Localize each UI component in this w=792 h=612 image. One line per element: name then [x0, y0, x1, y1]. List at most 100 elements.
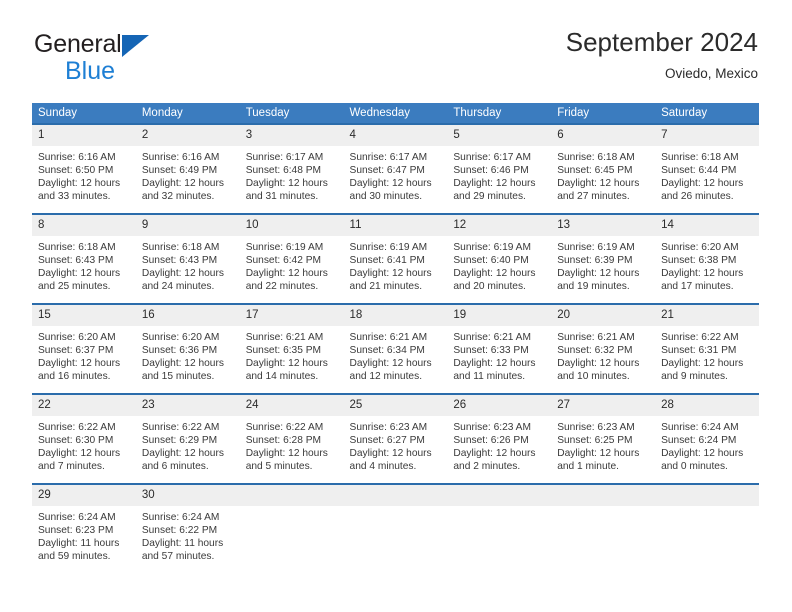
daylight-text-line1: Daylight: 12 hours: [141, 358, 224, 370]
day-number: 12: [447, 215, 552, 236]
daylight-text-line1: Daylight: 12 hours: [38, 358, 121, 370]
calendar-day-cell[interactable]: 30 Sunrise: 6:24 AM Sunset: 6:22 PM Dayligh…: [135, 483, 240, 566]
sunset-text: Sunset: 6:48 PM: [245, 165, 322, 177]
sunrise-text: Sunrise: 6:21 AM: [349, 332, 428, 343]
day-number: 13: [551, 215, 656, 236]
sunrise-text: Sunrise: 6:22 AM: [38, 422, 116, 433]
daylight-text-line1: Daylight: 11 hours: [141, 538, 224, 550]
sunrise-text: Sunrise: 6:24 AM: [38, 512, 116, 523]
daylight-text-line2: and 2 minutes.: [453, 461, 521, 473]
calendar-day-cell[interactable]: 24 Sunrise: 6:22 AM Sunset: 6:28 PM Dayligh…: [239, 393, 344, 476]
day-details: Sunrise: 6:17 AM Sunset: 6:48 PM Daylight:…: [240, 146, 344, 203]
sunrise-text: Sunrise: 6:20 AM: [38, 332, 116, 343]
calendar-day-cell[interactable]: 26 Sunrise: 6:23 AM Sunset: 6:26 PM Dayligh…: [447, 393, 552, 476]
sunset-text: Sunset: 6:27 PM: [349, 435, 425, 447]
day-number: 27: [551, 395, 656, 416]
calendar-day-cell[interactable]: 19 Sunrise: 6:21 AM Sunset: 6:33 PM Dayligh…: [447, 303, 552, 386]
calendar-day-cell[interactable]: 23 Sunrise: 6:22 AM Sunset: 6:29 PM Dayligh…: [135, 393, 240, 476]
day-number: 6: [551, 125, 656, 146]
day-details: Sunrise: 6:18 AM Sunset: 6:43 PM Daylight:…: [136, 236, 240, 293]
daylight-text-line1: Daylight: 12 hours: [141, 268, 224, 280]
day-details: Sunrise: 6:16 AM Sunset: 6:49 PM Daylight:…: [136, 146, 240, 203]
calendar-day-cell[interactable]: 8 Sunrise: 6:18 AM Sunset: 6:43 PM Daylight…: [32, 213, 136, 296]
daylight-text-line1: Daylight: 12 hours: [661, 448, 744, 460]
day-details: Sunrise: 6:19 AM Sunset: 6:40 PM Daylight:…: [447, 236, 551, 293]
logo-general-blue[interactable]: General Blue: [34, 32, 214, 84]
calendar-day-cell[interactable]: 18 Sunrise: 6:21 AM Sunset: 6:34 PM Dayligh…: [343, 303, 448, 386]
sunrise-text: Sunrise: 6:18 AM: [557, 152, 635, 163]
daylight-text-line2: and 22 minutes.: [245, 281, 319, 293]
calendar-day-cell[interactable]: 4 Sunrise: 6:17 AM Sunset: 6:47 PM Daylight…: [343, 123, 448, 206]
sunset-text: Sunset: 6:44 PM: [661, 165, 737, 177]
day-number: [655, 485, 759, 506]
calendar-day-cell[interactable]: 21 Sunrise: 6:22 AM Sunset: 6:31 PM Dayligh…: [655, 303, 759, 386]
day-number: 3: [239, 125, 344, 146]
sunrise-text: Sunrise: 6:20 AM: [141, 332, 220, 343]
calendar-day-cell[interactable]: 6 Sunrise: 6:18 AM Sunset: 6:45 PM Daylight…: [551, 123, 656, 206]
day-details: Sunrise: 6:19 AM Sunset: 6:42 PM Daylight:…: [240, 236, 344, 293]
day-number: 28: [655, 395, 759, 416]
calendar-day-cell[interactable]: 11 Sunrise: 6:19 AM Sunset: 6:41 PM Dayligh…: [343, 213, 448, 296]
day-details: Sunrise: 6:17 AM Sunset: 6:46 PM Daylight:…: [447, 146, 551, 203]
sunrise-text: Sunrise: 6:21 AM: [557, 332, 635, 343]
sunset-text: Sunset: 6:43 PM: [38, 255, 114, 267]
calendar-day-cell[interactable]: 13 Sunrise: 6:19 AM Sunset: 6:39 PM Dayligh…: [551, 213, 656, 296]
sunset-text: Sunset: 6:39 PM: [557, 255, 633, 267]
sunset-text: Sunset: 6:38 PM: [661, 255, 737, 267]
sunrise-text: Sunrise: 6:24 AM: [141, 512, 220, 523]
calendar-day-cell[interactable]: 7 Sunrise: 6:18 AM Sunset: 6:44 PM Daylight…: [655, 123, 759, 206]
calendar-day-cell[interactable]: 5 Sunrise: 6:17 AM Sunset: 6:46 PM Daylight…: [447, 123, 552, 206]
daylight-text-line1: Daylight: 12 hours: [38, 448, 121, 460]
calendar-day-cell[interactable]: 10 Sunrise: 6:19 AM Sunset: 6:42 PM Dayligh…: [239, 213, 344, 296]
day-details: Sunrise: 6:18 AM Sunset: 6:45 PM Daylight:…: [551, 146, 655, 203]
day-details: Sunrise: 6:20 AM Sunset: 6:37 PM Daylight:…: [32, 326, 136, 383]
calendar-day-cell[interactable]: 16 Sunrise: 6:20 AM Sunset: 6:36 PM Dayligh…: [135, 303, 240, 386]
calendar-day-cell[interactable]: 15 Sunrise: 6:20 AM Sunset: 6:37 PM Dayligh…: [32, 303, 136, 386]
calendar-day-cell[interactable]: 25 Sunrise: 6:23 AM Sunset: 6:27 PM Dayligh…: [343, 393, 448, 476]
day-number: 24: [239, 395, 344, 416]
calendar-day-cell[interactable]: 17 Sunrise: 6:21 AM Sunset: 6:35 PM Dayligh…: [239, 303, 344, 386]
daylight-text-line1: Daylight: 12 hours: [245, 178, 328, 190]
day-number: 11: [343, 215, 448, 236]
calendar-day-cell[interactable]: 29 Sunrise: 6:24 AM Sunset: 6:23 PM Dayligh…: [32, 483, 136, 566]
day-details: Sunrise: 6:20 AM Sunset: 6:38 PM Daylight:…: [655, 236, 759, 293]
calendar-week-row: 8 Sunrise: 6:18 AM Sunset: 6:43 PM Daylight…: [32, 213, 759, 296]
day-details: Sunrise: 6:24 AM Sunset: 6:24 PM Daylight:…: [655, 416, 759, 473]
calendar-week-row: 1 Sunrise: 6:16 AM Sunset: 6:50 PM Daylight…: [32, 123, 759, 206]
day-number: [447, 485, 552, 506]
calendar-header-row: Sunday Monday Tuesday Wednesday Thursday…: [32, 103, 759, 123]
day-details: Sunrise: 6:22 AM Sunset: 6:29 PM Daylight:…: [136, 416, 240, 473]
sunset-text: Sunset: 6:47 PM: [349, 165, 425, 177]
weekday-header-thursday: Thursday: [447, 103, 552, 123]
calendar-day-cell[interactable]: 14 Sunrise: 6:20 AM Sunset: 6:38 PM Dayligh…: [655, 213, 759, 296]
calendar-day-cell[interactable]: 28 Sunrise: 6:24 AM Sunset: 6:24 PM Dayligh…: [655, 393, 759, 476]
calendar-day-cell[interactable]: 12 Sunrise: 6:19 AM Sunset: 6:40 PM Dayligh…: [447, 213, 552, 296]
daylight-text-line1: Daylight: 12 hours: [349, 358, 432, 370]
daylight-text-line1: Daylight: 12 hours: [349, 268, 432, 280]
sunrise-text: Sunrise: 6:16 AM: [141, 152, 220, 163]
daylight-text-line1: Daylight: 12 hours: [453, 448, 536, 460]
sunrise-text: Sunrise: 6:18 AM: [661, 152, 739, 163]
daylight-text-line1: Daylight: 12 hours: [661, 178, 744, 190]
calendar-day-cell[interactable]: 9 Sunrise: 6:18 AM Sunset: 6:43 PM Daylight…: [135, 213, 240, 296]
calendar-day-cell[interactable]: 1 Sunrise: 6:16 AM Sunset: 6:50 PM Daylight…: [32, 123, 136, 206]
day-details: Sunrise: 6:20 AM Sunset: 6:36 PM Daylight:…: [136, 326, 240, 383]
day-details: Sunrise: 6:16 AM Sunset: 6:50 PM Daylight:…: [32, 146, 136, 203]
weekday-header-sunday: Sunday: [32, 103, 136, 123]
calendar-day-cell[interactable]: 27 Sunrise: 6:23 AM Sunset: 6:25 PM Dayligh…: [551, 393, 656, 476]
location-subtitle: Oviedo, Mexico: [664, 65, 758, 81]
calendar-day-cell[interactable]: 22 Sunrise: 6:22 AM Sunset: 6:30 PM Dayligh…: [32, 393, 136, 476]
sunrise-text: Sunrise: 6:17 AM: [349, 152, 428, 163]
day-details: Sunrise: 6:22 AM Sunset: 6:31 PM Daylight:…: [655, 326, 759, 383]
daylight-text-line1: Daylight: 12 hours: [141, 178, 224, 190]
daylight-text-line1: Daylight: 12 hours: [38, 178, 121, 190]
sunset-text: Sunset: 6:24 PM: [661, 435, 737, 447]
sunrise-text: Sunrise: 6:22 AM: [661, 332, 739, 343]
sunrise-text: Sunrise: 6:23 AM: [349, 422, 428, 433]
calendar-day-cell[interactable]: 2 Sunrise: 6:16 AM Sunset: 6:49 PM Daylight…: [135, 123, 240, 206]
sunset-text: Sunset: 6:33 PM: [453, 345, 529, 357]
day-details: Sunrise: 6:18 AM Sunset: 6:44 PM Daylight:…: [655, 146, 759, 203]
sunrise-text: Sunrise: 6:23 AM: [453, 422, 531, 433]
calendar-day-cell[interactable]: 20 Sunrise: 6:21 AM Sunset: 6:32 PM Dayligh…: [551, 303, 656, 386]
calendar-day-cell[interactable]: 3 Sunrise: 6:17 AM Sunset: 6:48 PM Daylight…: [239, 123, 344, 206]
